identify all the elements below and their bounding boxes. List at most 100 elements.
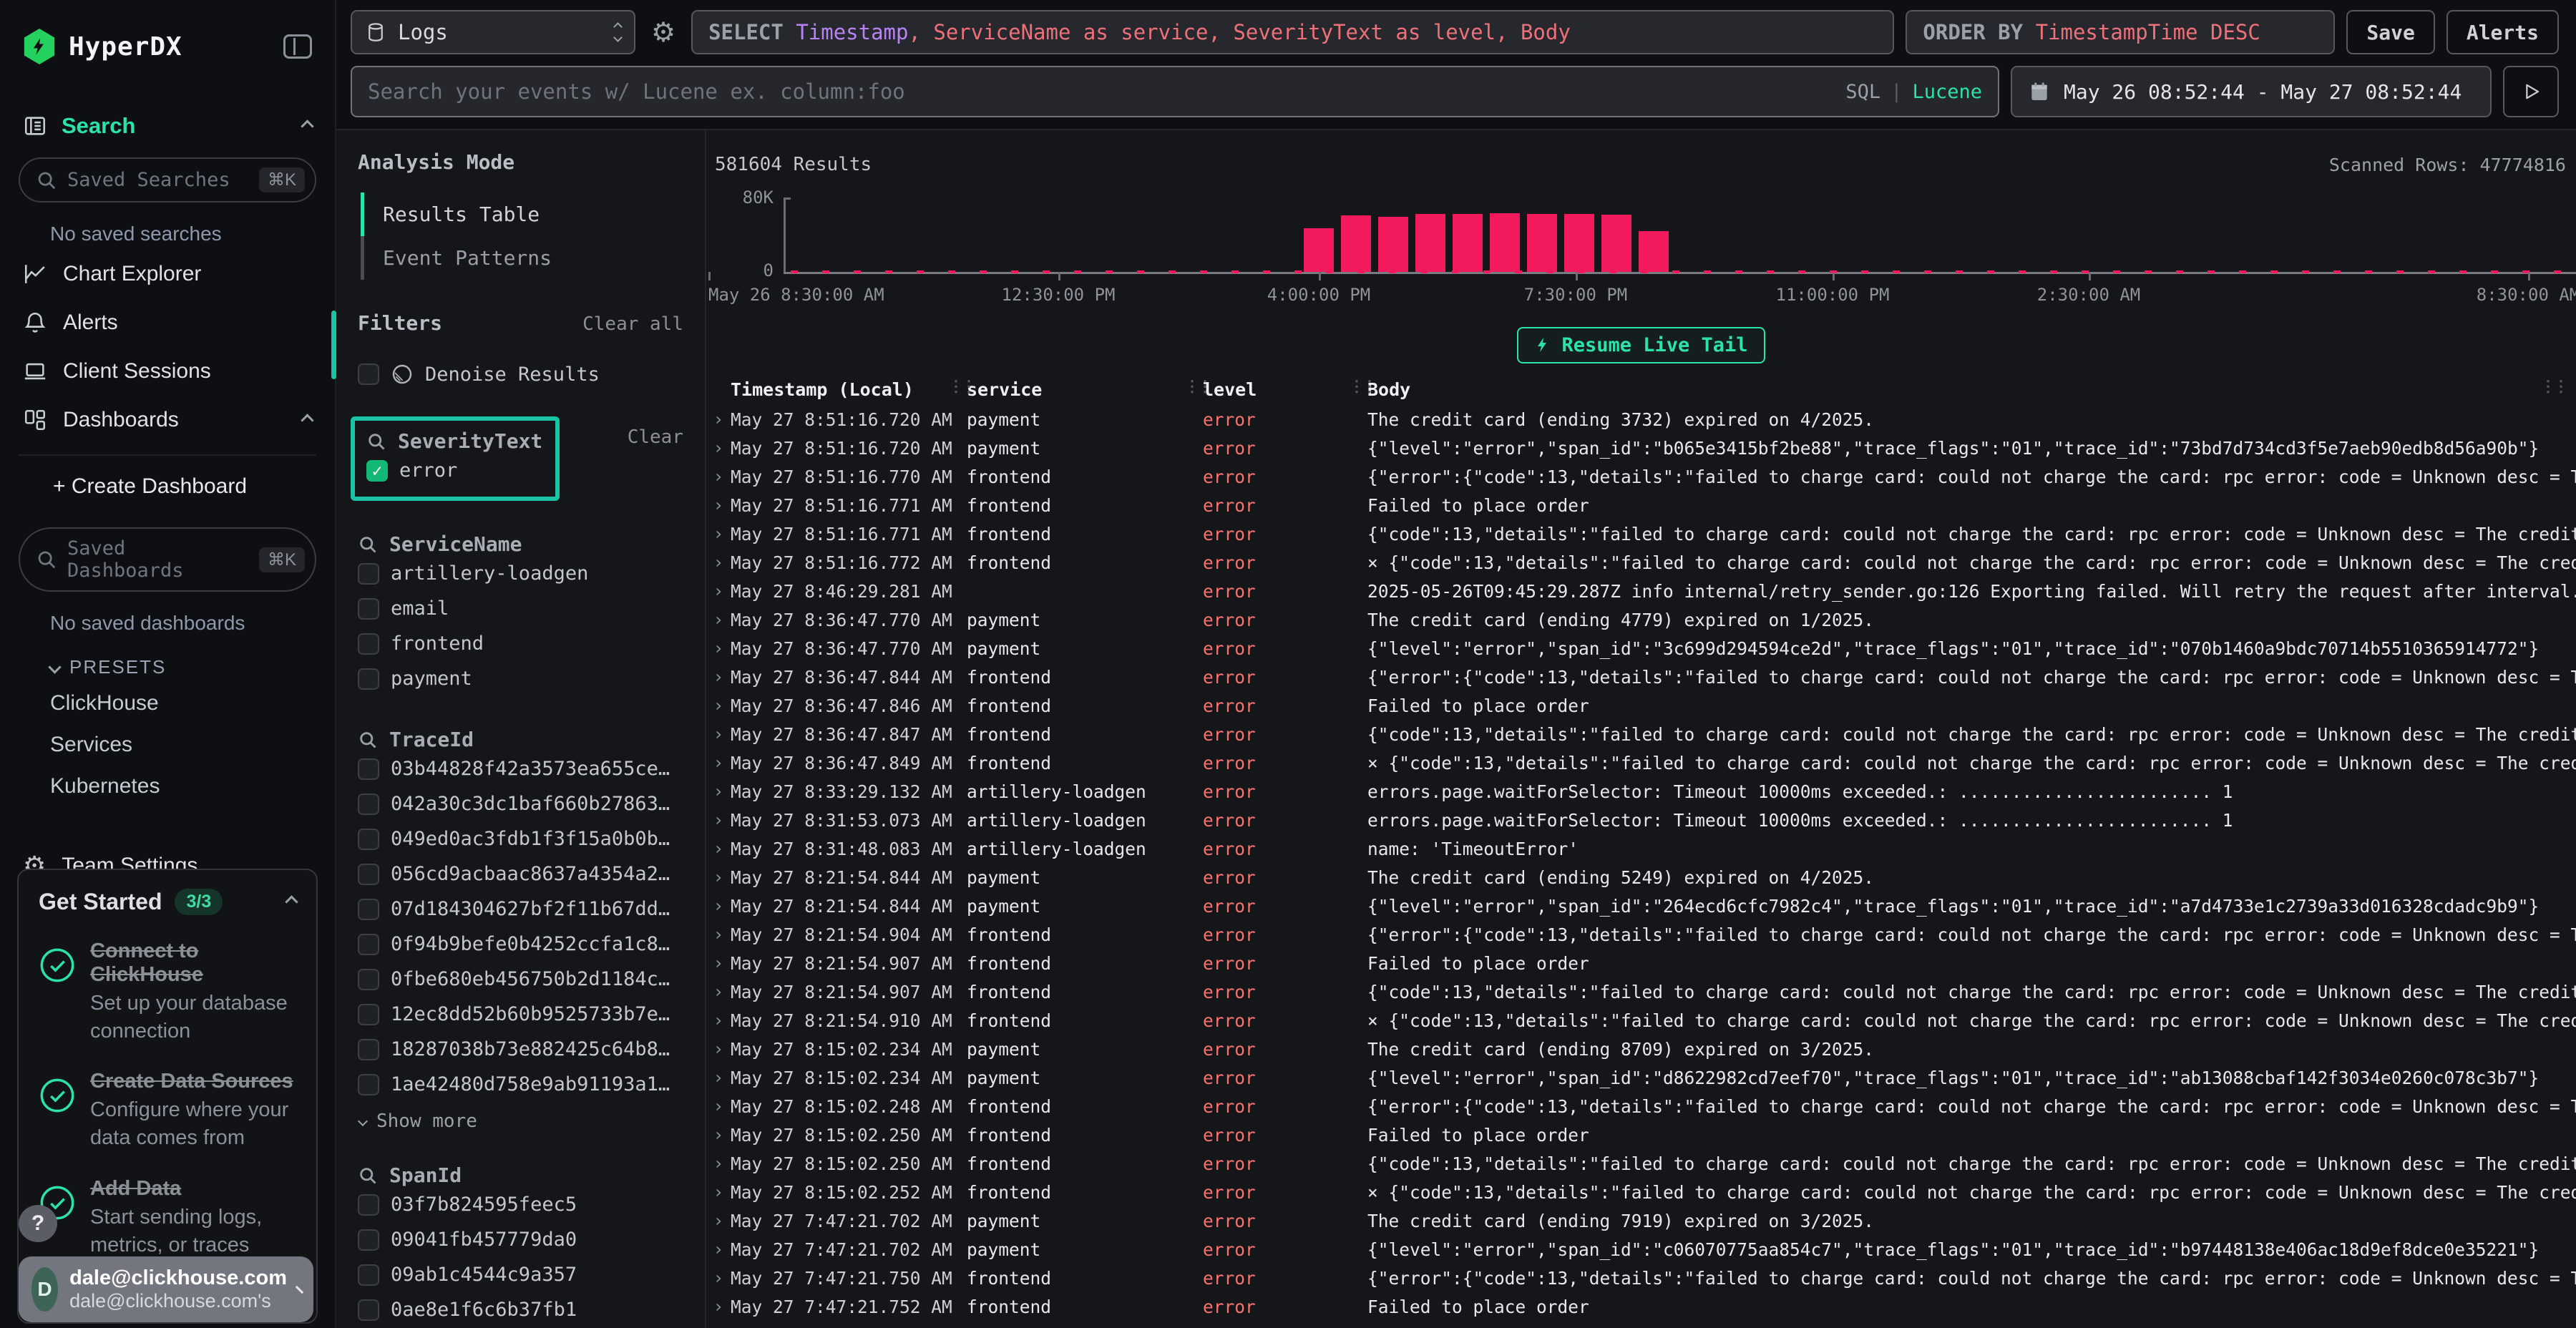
- filter-option[interactable]: 049ed0ac3fdb1f3f15a0b0b…: [358, 821, 683, 856]
- user-menu[interactable]: D dale@clickhouse.com dale@clickhouse.co…: [19, 1256, 313, 1322]
- row-expand-icon[interactable]: ›: [706, 552, 731, 572]
- table-row[interactable]: › May 27 8:36:47.847 AM frontend error {…: [706, 720, 2576, 748]
- lucene-search-input[interactable]: Search your events w/ Lucene ex. column:…: [351, 66, 1999, 117]
- checkbox-icon[interactable]: [358, 1299, 379, 1321]
- filter-option[interactable]: 12ec8dd52b60b9525733b7e…: [358, 997, 683, 1032]
- checkbox-icon[interactable]: [358, 794, 379, 815]
- create-dashboard-button[interactable]: + Create Dashboard: [19, 463, 316, 509]
- row-expand-icon[interactable]: ›: [706, 1182, 731, 1202]
- row-expand-icon[interactable]: ›: [706, 638, 731, 658]
- filter-option-error[interactable]: ✓ error: [366, 453, 544, 488]
- column-resize-handle[interactable]: ⋮⋮: [1184, 378, 1210, 396]
- table-row[interactable]: › May 27 8:21:54.904 AM frontend error {…: [706, 920, 2576, 949]
- filter-option[interactable]: artillery-loadgen: [358, 556, 683, 591]
- analysis-mode-option[interactable]: Event Patterns: [361, 236, 683, 280]
- table-row[interactable]: › May 27 8:36:47.846 AM frontend error F…: [706, 691, 2576, 720]
- row-expand-icon[interactable]: ›: [706, 1096, 731, 1116]
- checkbox-icon[interactable]: [358, 864, 379, 885]
- filter-option[interactable]: frontend: [358, 626, 683, 661]
- chevron-up-icon[interactable]: [301, 414, 313, 426]
- column-header[interactable]: Timestamp (Local): [731, 379, 967, 400]
- checkbox-icon[interactable]: [358, 363, 379, 385]
- save-button[interactable]: Save: [2346, 10, 2434, 54]
- table-row[interactable]: › May 27 8:51:16.720 AM payment error Th…: [706, 405, 2576, 434]
- histogram-bar[interactable]: [1453, 214, 1483, 272]
- preset-services[interactable]: Services: [19, 724, 316, 766]
- table-row[interactable]: › May 27 8:36:47.770 AM payment error Th…: [706, 605, 2576, 634]
- row-expand-icon[interactable]: ›: [706, 1239, 731, 1259]
- filter-option[interactable]: 09041fb457779da0: [358, 1222, 683, 1257]
- row-expand-icon[interactable]: ›: [706, 953, 731, 973]
- filter-option[interactable]: 0fbe680eb456750b2d1184c…: [358, 962, 683, 997]
- row-expand-icon[interactable]: ›: [706, 839, 731, 859]
- checkbox-icon[interactable]: [358, 1194, 379, 1216]
- preset-clickhouse[interactable]: ClickHouse: [19, 683, 316, 724]
- row-expand-icon[interactable]: ›: [706, 1211, 731, 1231]
- clear-all-button[interactable]: Clear all: [582, 313, 683, 335]
- source-select[interactable]: Logs: [351, 10, 635, 54]
- checkbox-icon[interactable]: [358, 598, 379, 620]
- filter-option[interactable]: 042a30c3dc1baf660b27863…: [358, 786, 683, 821]
- histogram-bar[interactable]: [1341, 215, 1371, 272]
- table-row[interactable]: › May 27 8:31:48.083 AM artillery-loadge…: [706, 834, 2576, 863]
- table-row[interactable]: › May 27 8:51:16.771 AM frontend error {…: [706, 519, 2576, 548]
- checkbox-icon[interactable]: [358, 1229, 379, 1251]
- table-row[interactable]: › May 27 8:36:47.844 AM frontend error {…: [706, 663, 2576, 691]
- row-expand-icon[interactable]: ›: [706, 753, 731, 773]
- table-row[interactable]: › May 27 7:47:21.750 AM frontend error {…: [706, 1264, 2576, 1292]
- histogram-bar[interactable]: [1527, 214, 1557, 272]
- events-histogram[interactable]: 80K0May 26 8:30:00 AM12:30:00 PM4:00:00 …: [706, 180, 2576, 316]
- filter-option[interactable]: 0f94b9befe0b4252ccfa1c8…: [358, 927, 683, 962]
- saved-dashboards-input[interactable]: Saved Dashboards ⌘K: [19, 527, 316, 592]
- filter-option[interactable]: 18287038b73e882425c64b8…: [358, 1032, 683, 1067]
- presets-header[interactable]: PRESETS: [50, 656, 316, 678]
- table-row[interactable]: › May 27 7:47:21.702 AM payment error {"…: [706, 1235, 2576, 1264]
- sidebar-item-search[interactable]: Search: [23, 113, 312, 139]
- table-row[interactable]: › May 27 8:15:02.234 AM payment error Th…: [706, 1035, 2576, 1063]
- row-expand-icon[interactable]: ›: [706, 1297, 731, 1317]
- row-expand-icon[interactable]: ›: [706, 867, 731, 887]
- alerts-button[interactable]: Alerts: [2446, 10, 2559, 54]
- column-header[interactable]: ⋮⋮level: [1203, 379, 1367, 400]
- filter-option[interactable]: email: [358, 591, 683, 626]
- histogram-bar[interactable]: [1601, 215, 1631, 272]
- checkbox-icon[interactable]: [358, 563, 379, 585]
- table-row[interactable]: › May 27 8:46:29.281 AM error 2025-05-26…: [706, 577, 2576, 605]
- histogram-bar[interactable]: [1304, 228, 1334, 272]
- filter-option[interactable]: 056cd9acbaac8637a4354a2…: [358, 856, 683, 892]
- row-expand-icon[interactable]: ›: [706, 1068, 731, 1088]
- checkbox-icon[interactable]: [358, 829, 379, 850]
- sql-mode-toggle[interactable]: SQL: [1845, 81, 1880, 103]
- table-row[interactable]: › May 27 7:47:21.702 AM payment error Th…: [706, 1206, 2576, 1235]
- row-expand-icon[interactable]: ›: [706, 495, 731, 515]
- run-query-button[interactable]: [2503, 66, 2559, 117]
- row-expand-icon[interactable]: ›: [706, 1010, 731, 1030]
- checkbox-icon[interactable]: [358, 969, 379, 990]
- collapse-sidebar-icon[interactable]: [283, 34, 312, 59]
- row-expand-icon[interactable]: ›: [706, 1268, 731, 1288]
- filter-option[interactable]: payment: [358, 661, 683, 696]
- histogram-bar[interactable]: [1415, 214, 1445, 272]
- table-row[interactable]: › May 27 8:33:29.132 AM artillery-loadge…: [706, 777, 2576, 806]
- lucene-mode-toggle[interactable]: Lucene: [1912, 81, 1982, 103]
- row-expand-icon[interactable]: ›: [706, 438, 731, 458]
- table-row[interactable]: › May 27 8:51:16.772 AM frontend error ×…: [706, 548, 2576, 577]
- get-started-item[interactable]: Connect to ClickHouse Set up your databa…: [39, 939, 296, 1045]
- checkbox-icon[interactable]: [358, 1004, 379, 1025]
- table-row[interactable]: › May 27 8:15:02.252 AM frontend error ×…: [706, 1178, 2576, 1206]
- select-expression-input[interactable]: SELECT Timestamp, ServiceName as service…: [691, 10, 1894, 54]
- row-expand-icon[interactable]: ›: [706, 781, 731, 801]
- checkbox-icon[interactable]: [358, 934, 379, 955]
- row-expand-icon[interactable]: ›: [706, 581, 731, 601]
- table-row[interactable]: › May 27 8:21:54.907 AM frontend error F…: [706, 949, 2576, 977]
- row-expand-icon[interactable]: ›: [706, 667, 731, 687]
- checkbox-icon[interactable]: [358, 899, 379, 920]
- checkbox-icon[interactable]: [358, 1074, 379, 1095]
- table-row[interactable]: › May 27 8:21:54.907 AM frontend error {…: [706, 977, 2576, 1006]
- table-row[interactable]: › May 27 8:15:02.234 AM payment error {"…: [706, 1063, 2576, 1092]
- table-row[interactable]: › May 27 8:15:02.250 AM frontend error {…: [706, 1149, 2576, 1178]
- table-row[interactable]: › May 27 8:21:54.910 AM frontend error ×…: [706, 1006, 2576, 1035]
- column-resize-handle[interactable]: ⋮⋮: [948, 378, 974, 396]
- denoise-results-checkbox[interactable]: Denoise Results: [358, 356, 683, 392]
- checkbox-icon[interactable]: [358, 633, 379, 655]
